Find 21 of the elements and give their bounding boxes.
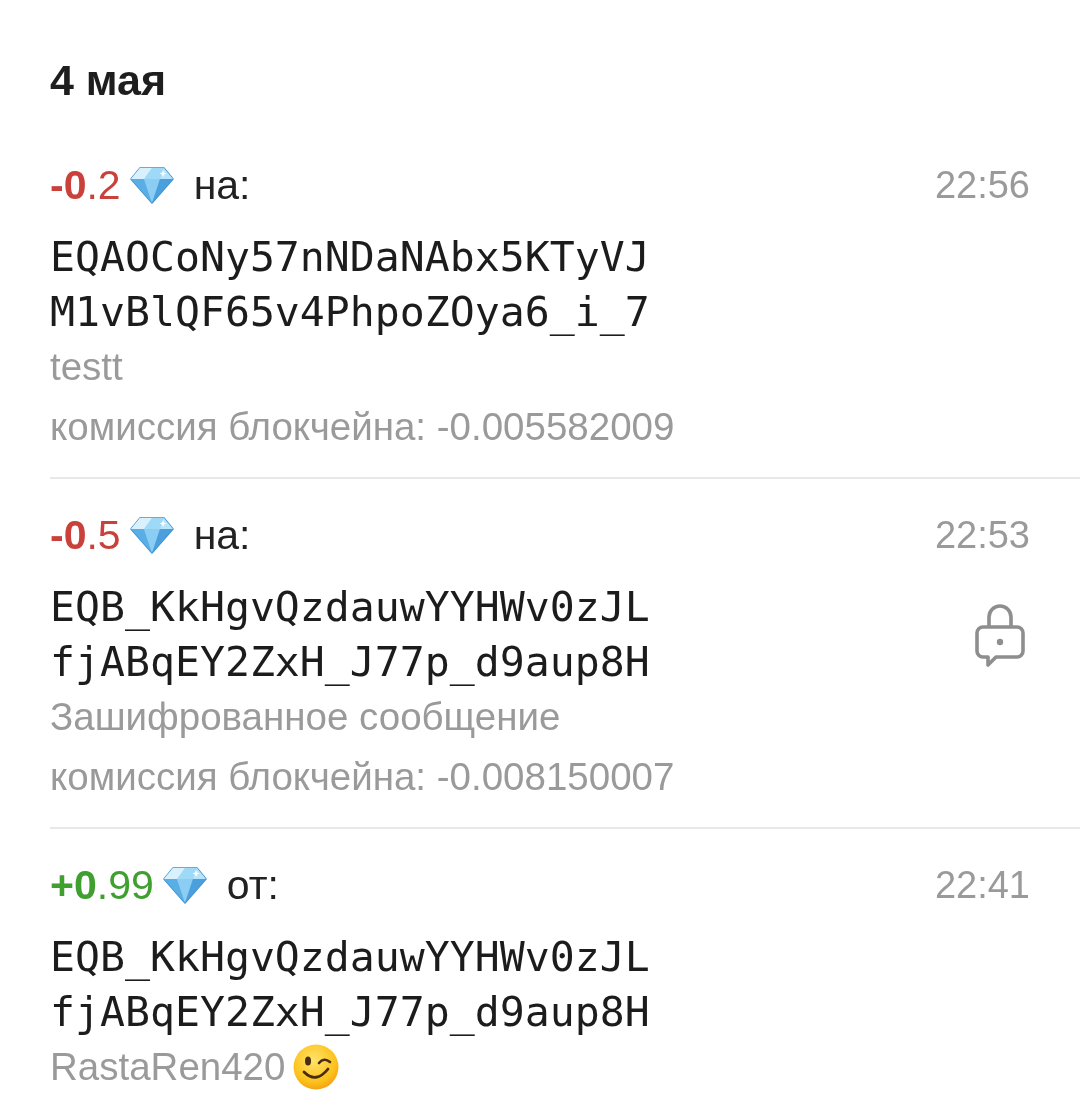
wallet-address: EQAOCoNy57nNDaNAbx5KTyVJM1vBlQF65v4PhpoZOya6_i_7 bbox=[50, 231, 650, 338]
comment-text: RastaRen420 bbox=[50, 1045, 286, 1089]
amount-text: -0.5 bbox=[50, 511, 121, 560]
direction-label: на: bbox=[193, 511, 251, 560]
amount-text: +0.99 bbox=[50, 861, 154, 910]
time-text: 22:41 bbox=[934, 863, 1030, 908]
gem-icon bbox=[162, 866, 207, 904]
amount-text: -0.2 bbox=[50, 161, 121, 210]
wallet-address: EQB_KkHgvQzdauwYYHWv0zJLfjABqEY2ZxH_J77p_d9aup8H bbox=[50, 931, 650, 1038]
direction-label: на: bbox=[193, 161, 251, 210]
gem-icon bbox=[129, 516, 174, 554]
time-text: 22:56 bbox=[934, 163, 1030, 208]
fee-text: комиссия блокчейна: -0.005582009 bbox=[50, 404, 675, 450]
wallet-address: EQB_KkHgvQzdauwYYHWv0zJLfjABqEY2ZxH_J77p_d9aup8H bbox=[50, 581, 650, 688]
time-text: 22:53 bbox=[934, 513, 1030, 558]
fee-text: комиссия блокчейна: -0.008150007 bbox=[50, 754, 675, 800]
direction-label: от: bbox=[226, 861, 279, 910]
date-heading: 4 мая bbox=[50, 58, 167, 102]
comment-text: testt bbox=[50, 345, 123, 389]
comment-text: Зашифрованное сообщение bbox=[50, 695, 561, 739]
gem-icon bbox=[129, 166, 174, 204]
